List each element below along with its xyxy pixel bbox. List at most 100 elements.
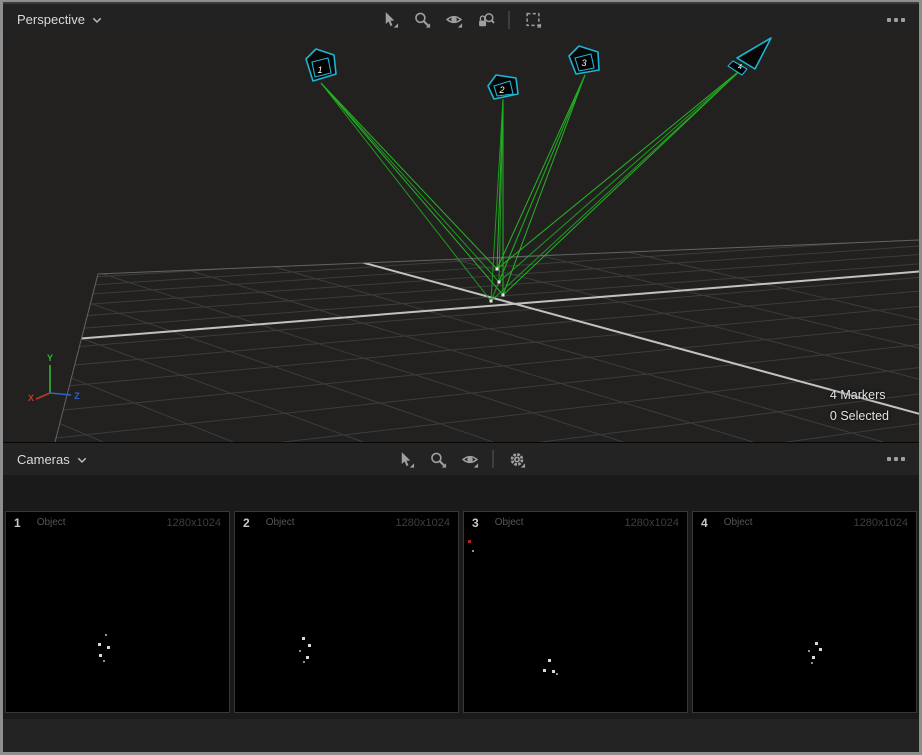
camera-view-marker-dot xyxy=(543,669,546,672)
marker-3d[interactable] xyxy=(502,294,505,297)
camera-view-marker-dot xyxy=(548,659,551,662)
camera-view-marker-dot xyxy=(306,656,309,659)
cameras-toolbar xyxy=(395,443,528,475)
ellipsis-icon xyxy=(887,457,891,461)
camera-3d-4[interactable]: 4 xyxy=(728,38,771,75)
camera-view-marker-dot xyxy=(556,673,558,675)
camera-view-marker-dot xyxy=(103,660,105,662)
cameras-view-selector[interactable]: Cameras xyxy=(17,452,87,467)
zoom-lock-icon xyxy=(477,11,494,28)
camera-view-marker-dot xyxy=(302,637,305,640)
camera-view-marker-dot xyxy=(105,634,107,636)
cameras-panel-body: 1Object1280x10242Object1280x10243Object1… xyxy=(3,475,919,752)
camera-3d-number: 4 xyxy=(738,64,742,71)
axis-y-label: Y xyxy=(47,353,53,363)
camera-tile-header: 4 Object 1280x1024 xyxy=(693,512,916,533)
camera-tile-3[interactable]: 3 Object 1280x1024 xyxy=(463,511,688,713)
zoom-magnifier-button[interactable] xyxy=(411,9,433,31)
camera-view-marker-dot xyxy=(303,661,305,663)
cameras-title: Cameras xyxy=(17,452,70,467)
select-arrow-icon xyxy=(381,11,398,28)
camera-view-marker-red xyxy=(468,540,471,543)
camera-3d-2[interactable]: 2 xyxy=(488,75,518,99)
select-arrow-button[interactable] xyxy=(379,9,401,31)
axis-x-label: X xyxy=(28,393,34,403)
settings-gear-button[interactable] xyxy=(506,448,528,470)
grid-boundary xyxy=(55,240,919,442)
perspective-viewport[interactable]: 1 2 3 4 Y X Z 4 Markers 0 Selected xyxy=(3,35,919,442)
camera-tile-header: 2Object1280x1024 xyxy=(235,512,458,533)
ellipsis-icon xyxy=(887,18,891,22)
camera-view-marker-dot xyxy=(815,642,818,645)
zoom-magnifier-icon xyxy=(429,451,446,468)
perspective-3d-scene: 1 2 3 4 Y X Z xyxy=(3,35,919,442)
camera-tile-resolution: 1280x1024 xyxy=(854,517,908,529)
selected-count-label: 0 Selected xyxy=(830,406,889,427)
select-arrow-icon xyxy=(397,451,414,468)
marker-3d[interactable] xyxy=(496,268,499,271)
camera-tile-2[interactable]: 2Object1280x1024 xyxy=(234,511,459,713)
camera-3d-number: 3 xyxy=(581,58,586,68)
chevron-down-icon xyxy=(92,17,102,24)
camera-tile-resolution: 1280x1024 xyxy=(625,517,679,529)
camera-3d-1[interactable]: 1 xyxy=(306,49,336,81)
camera-3d-number: 2 xyxy=(498,85,504,95)
perspective-title: Perspective xyxy=(17,12,85,27)
camera-view-marker-dot xyxy=(812,656,815,659)
camera-tile-number: 4 xyxy=(701,516,708,530)
camera-view-marker-dot xyxy=(819,648,822,651)
eye-visibility-icon xyxy=(461,451,478,468)
cameras-panel-footer xyxy=(3,719,919,752)
perspective-view-selector[interactable]: Perspective xyxy=(17,12,102,27)
perspective-more-options-button[interactable] xyxy=(887,18,905,22)
camera-view-marker-dot xyxy=(299,650,301,652)
axis-z-label: Z xyxy=(74,391,80,401)
camera-view-marker-dot xyxy=(552,670,555,673)
camera-tile-label: Object xyxy=(495,517,524,528)
eye-visibility-button[interactable] xyxy=(443,9,465,31)
camera-tile-header: 3 Object 1280x1024 xyxy=(464,512,687,533)
ground-grid xyxy=(3,221,919,442)
eye-visibility-icon xyxy=(445,11,462,28)
camera-tile-4[interactable]: 4 Object 1280x1024 xyxy=(692,511,917,713)
application-window: Perspective 1 2 3 4 Y X Z 4 Markers 0 Selected… xyxy=(0,0,922,755)
camera-tile-number: 3 xyxy=(472,516,479,530)
camera-view-marker-dot xyxy=(808,650,810,652)
marquee-select-button[interactable] xyxy=(522,9,544,31)
camera-view-marker-dot xyxy=(811,662,813,664)
camera-tiles-row: 1Object1280x10242Object1280x10243Object1… xyxy=(5,511,917,713)
perspective-panel-header: Perspective xyxy=(3,4,919,35)
camera-view-marker-dot xyxy=(98,643,101,646)
zoom-magnifier-icon xyxy=(413,11,430,28)
cameras-more-options-button[interactable] xyxy=(887,457,905,461)
toolbar-separator xyxy=(493,450,494,468)
camera-tile-label: Object xyxy=(724,517,753,528)
content-frame: Perspective 1 2 3 4 Y X Z 4 Markers 0 Selected… xyxy=(3,2,919,752)
camera-tile-1[interactable]: 1Object1280x1024 xyxy=(5,511,230,713)
camera-view-marker-dot xyxy=(107,646,110,649)
cameras-panel-header: Cameras xyxy=(3,442,919,475)
settings-gear-icon xyxy=(508,451,525,468)
camera-tile-number: 1 xyxy=(14,516,21,530)
camera-view-marker-dot xyxy=(472,550,474,552)
zoom-lock-button[interactable] xyxy=(475,9,497,31)
camera-view-marker-dot xyxy=(308,644,311,647)
marker-3d[interactable] xyxy=(498,281,501,284)
camera-view-marker-dot xyxy=(99,654,102,657)
marker-3d[interactable] xyxy=(490,300,493,303)
camera-tile-number: 2 xyxy=(243,516,250,530)
marquee-select-icon xyxy=(524,11,541,28)
camera-tile-header: 1Object1280x1024 xyxy=(6,512,229,533)
eye-visibility-button[interactable] xyxy=(459,448,481,470)
camera-tile-label: Object xyxy=(37,517,66,528)
zoom-magnifier-button[interactable] xyxy=(427,448,449,470)
camera-3d-number: 1 xyxy=(317,65,322,75)
viewport-status: 4 Markers 0 Selected xyxy=(830,385,889,427)
perspective-toolbar xyxy=(379,4,544,35)
camera-3d-3[interactable]: 3 xyxy=(569,46,599,74)
camera-tile-resolution: 1280x1024 xyxy=(396,517,450,529)
toolbar-separator xyxy=(509,11,510,29)
markers-count-label: 4 Markers xyxy=(830,385,889,406)
chevron-down-icon xyxy=(77,457,87,464)
select-arrow-button[interactable] xyxy=(395,448,417,470)
